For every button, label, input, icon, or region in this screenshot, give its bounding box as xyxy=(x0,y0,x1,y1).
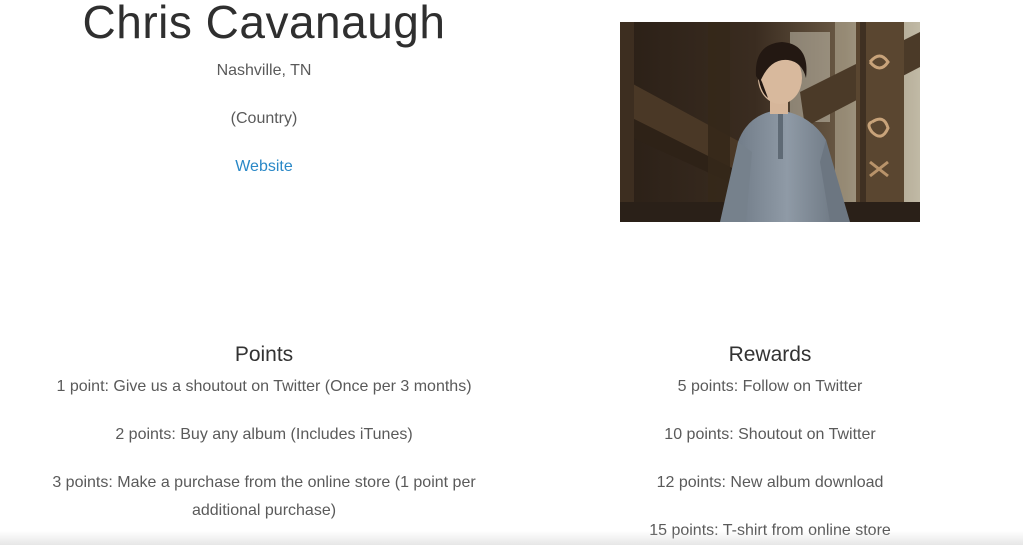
rewards-item: 12 points: New album download xyxy=(656,474,884,491)
artist-genre: (Country) xyxy=(230,110,298,127)
rewards-heading: Rewards xyxy=(728,343,812,366)
website-link[interactable]: Website xyxy=(0,156,528,178)
rewards-item: 15 points: T-shirt from online store xyxy=(649,522,891,539)
rewards-item: 10 points: Shoutout on Twitter xyxy=(664,426,876,443)
rewards-list: 5 points: Follow on Twitter 10 points: S… xyxy=(520,373,1020,545)
points-item: 2 points: Buy any album (Includes iTunes… xyxy=(115,426,413,443)
rewards-item: 5 points: Follow on Twitter xyxy=(677,378,863,395)
points-item: 3 points: Make a purchase from the onlin… xyxy=(52,474,476,519)
artist-location: Nashville, TN xyxy=(216,62,312,79)
points-heading: Points xyxy=(234,343,294,366)
points-item: 1 point: Give us a shoutout on Twitter (… xyxy=(56,378,472,395)
points-list: 1 point: Give us a shoutout on Twitter (… xyxy=(38,373,490,545)
artist-photo xyxy=(620,22,920,222)
artist-name: Chris Cavanaugh xyxy=(82,0,446,48)
